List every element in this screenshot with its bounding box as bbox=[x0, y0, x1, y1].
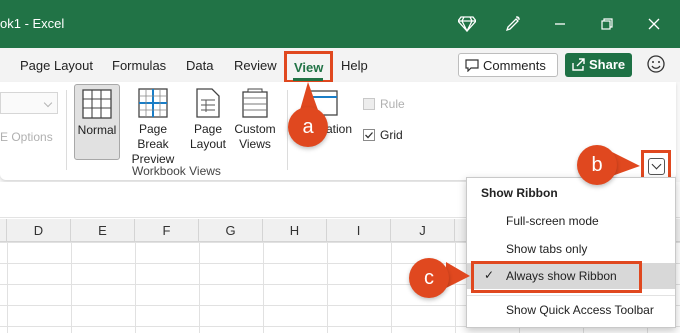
callout-a: a bbox=[288, 107, 328, 147]
callout-b: b bbox=[577, 145, 617, 185]
callout-c: c bbox=[409, 258, 449, 298]
